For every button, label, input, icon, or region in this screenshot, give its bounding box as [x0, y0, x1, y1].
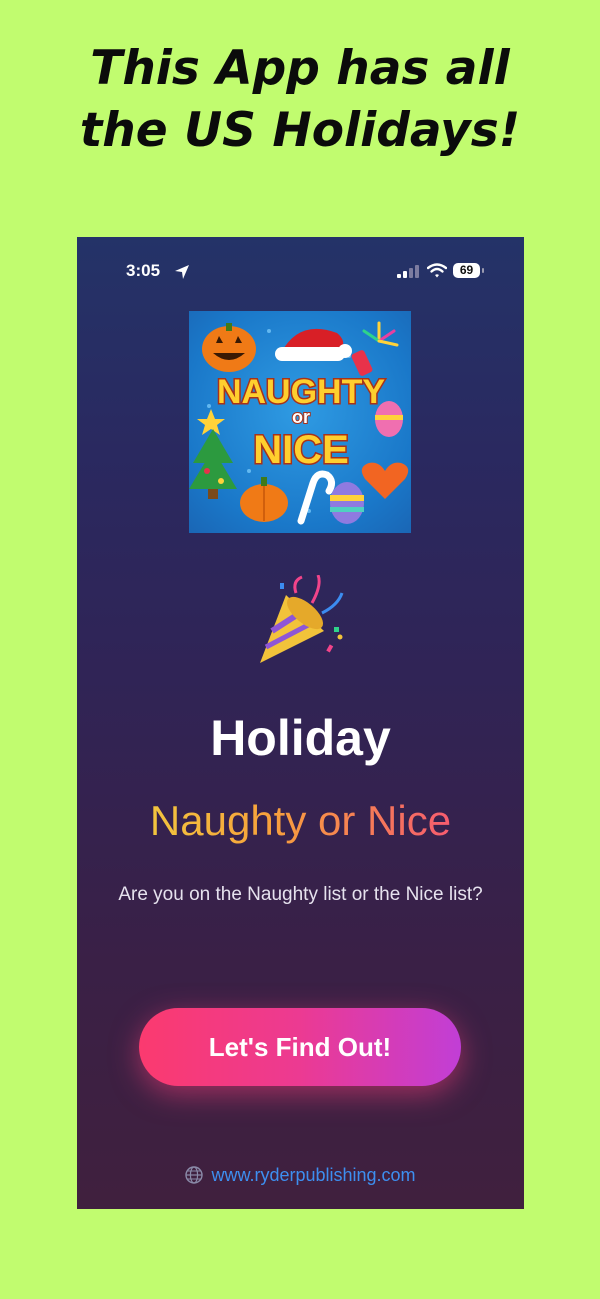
artwork-canvas: NAUGHTY or NICE: [189, 321, 409, 525]
pumpkin-face-icon: [202, 323, 256, 372]
globe-icon: [185, 1166, 204, 1184]
candy-cane-icon: [297, 470, 336, 525]
easter-egg-2-icon: [330, 482, 364, 524]
promo-heading: This App has all the US Holidays!: [0, 38, 600, 162]
battery-cap: [482, 268, 484, 273]
firework-icon: [351, 321, 399, 376]
pumpkin-icon: [240, 477, 288, 522]
artwork-title-line-2: or: [292, 407, 310, 427]
tagline: Are you on the Naughty list or the Nice …: [118, 884, 483, 905]
phone-screenshot: 3:05 69 NAUGHTY or NICE Holiday Naughty …: [77, 237, 524, 1209]
promo-line-1: This App has all: [90, 41, 510, 96]
battery-icon: 69: [453, 263, 480, 278]
wifi-icon: [427, 263, 447, 278]
app-subtitle-text: Naughty or Nice: [149, 797, 452, 844]
footer-link[interactable]: www.ryderpublishing.com: [77, 1165, 524, 1186]
heart-icon: [361, 462, 409, 499]
app-artwork: NAUGHTY or NICE: [189, 311, 411, 533]
artwork-title-line-1: NAUGHTY: [217, 373, 385, 411]
christmas-tree-icon: [189, 429, 237, 499]
party-popper-icon: [260, 575, 344, 663]
promo-line-2: the US Holidays!: [79, 103, 521, 158]
status-time: 3:05: [126, 261, 161, 280]
signal-icon: [397, 265, 419, 278]
app-title: Holiday: [210, 710, 391, 766]
app-subtitle: Naughty or Nice: [77, 797, 524, 845]
santa-hat-icon: [275, 328, 352, 361]
star-icon: [197, 409, 225, 435]
find-out-button[interactable]: Let's Find Out!: [139, 1008, 461, 1086]
footer-link-text[interactable]: www.ryderpublishing.com: [211, 1165, 415, 1185]
easter-egg-icon: [375, 401, 403, 437]
artwork-title-line-3: NICE: [253, 428, 349, 472]
status-bar: 3:05 69: [77, 261, 524, 285]
location-arrow-icon: [175, 265, 189, 279]
